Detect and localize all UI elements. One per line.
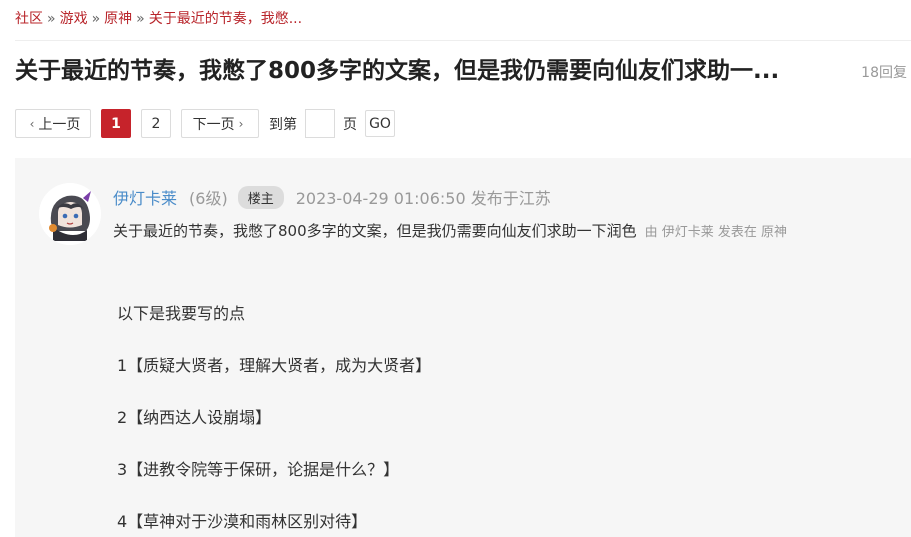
chevron-left-icon: ‹: [29, 116, 35, 131]
post-subtitle-text: 关于最近的节奏，我憋了800多字的文案，但是我仍需要向仙友们求助一下润色: [113, 222, 637, 240]
next-page-button[interactable]: 下一页 ›: [181, 109, 259, 138]
post-datetime: 2023-04-29 01:06:50 发布于江苏: [295, 189, 551, 208]
reply-count: 18回复: [861, 65, 907, 81]
op-badge: 楼主: [237, 185, 284, 209]
post-meta: 伊灯卡莱 (6级) 楼主 2023-04-29 01:06:50 发布于江苏: [113, 185, 551, 209]
page-unit-label: 页: [343, 116, 357, 133]
post-paragraph: 2【纳西达人设崩塌】: [117, 408, 272, 427]
prev-page-label: 上一页: [38, 116, 81, 133]
post-paragraph: 3【进教令院等于保研，论据是什么？】: [117, 460, 400, 479]
page-number-input[interactable]: [305, 109, 335, 138]
breadcrumb: 社区» 游戏» 原神» 关于最近的节奏，我憋...: [15, 8, 302, 28]
next-page-label: 下一页: [192, 116, 235, 133]
prev-page-button[interactable]: ‹ 上一页: [15, 109, 91, 138]
breadcrumb-games[interactable]: 游戏: [60, 11, 88, 27]
user-level: (6级): [189, 189, 228, 208]
post-content: 以下是我要写的点 1【质疑大贤者，理解大贤者，成为大贤者】 2【纳西达人设崩塌】…: [117, 303, 431, 537]
post-paragraph: 1【质疑大贤者，理解大贤者，成为大贤者】: [117, 356, 432, 375]
header-divider: [15, 40, 911, 41]
breadcrumb-separator: »: [47, 11, 56, 27]
breadcrumb-separator: »: [136, 11, 145, 27]
chevron-right-icon: ›: [238, 116, 244, 131]
pagination: ‹ 上一页 1 2 下一页 › 到第 页 GO: [15, 109, 395, 138]
go-button[interactable]: GO: [365, 110, 395, 137]
post-paragraph: 4【草神对于沙漠和雨林区别对待】: [117, 512, 368, 531]
breadcrumb-genshin[interactable]: 原神: [104, 11, 132, 27]
breadcrumb-separator: »: [91, 11, 101, 27]
post-byline: 由 伊灯卡莱 发表在 原神: [644, 225, 788, 240]
avatar[interactable]: [39, 183, 101, 245]
post-subtitle: 关于最近的节奏，我憋了800多字的文案，但是我仍需要向仙友们求助一下润色由 伊灯…: [113, 220, 787, 241]
username-link[interactable]: 伊灯卡莱: [113, 185, 177, 209]
page-1-button[interactable]: 1: [101, 109, 131, 138]
goto-label: 到第: [269, 116, 297, 133]
page-2-button[interactable]: 2: [141, 109, 171, 138]
avatar-image: [39, 183, 101, 245]
post-paragraph: 以下是我要写的点: [117, 304, 246, 323]
post-container: 伊灯卡莱 (6级) 楼主 2023-04-29 01:06:50 发布于江苏 关…: [15, 158, 911, 537]
breadcrumb-current-thread[interactable]: 关于最近的节奏，我憋...: [149, 11, 302, 27]
thread-title: 关于最近的节奏，我憋了800多字的文案，但是我仍需要向仙友们求助一...: [15, 58, 780, 84]
breadcrumb-community[interactable]: 社区: [15, 11, 43, 27]
